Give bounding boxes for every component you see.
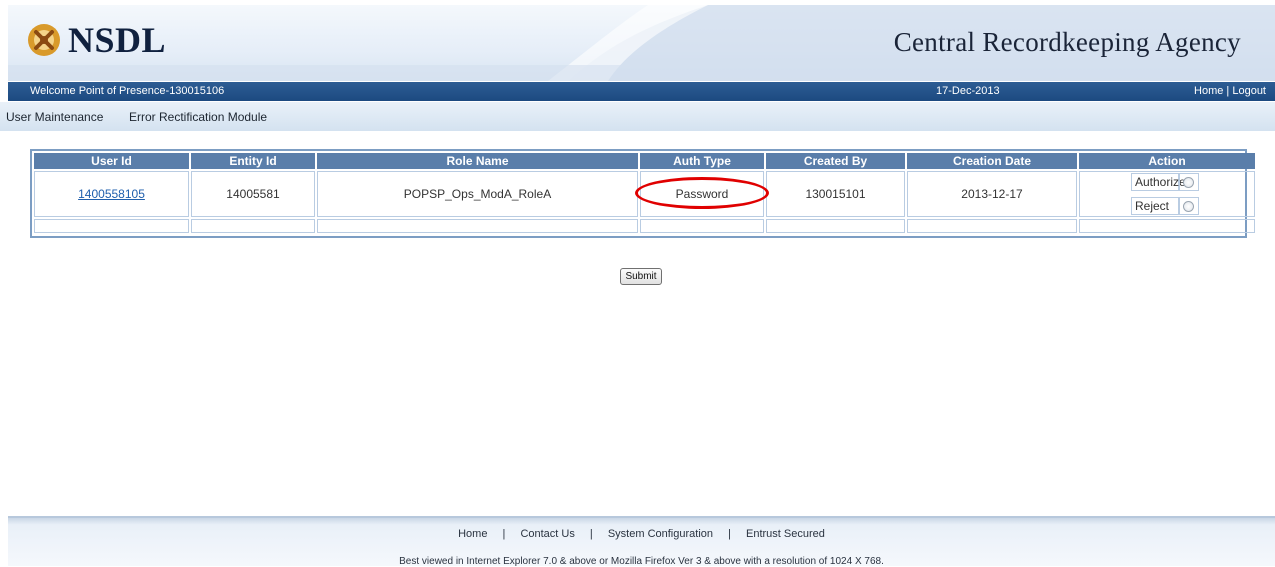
logout-link[interactable]: Logout	[1232, 85, 1266, 97]
empty-cell	[191, 219, 315, 233]
menu-item-error-rectification[interactable]: Error Rectification Module	[129, 110, 267, 124]
site-footer: Home | Contact Us | System Configuration…	[8, 516, 1275, 567]
column-header-entity-id: Entity Id	[191, 153, 315, 169]
account-links: Home | Logout	[1194, 85, 1266, 97]
highlight-oval	[635, 177, 769, 209]
user-id-link[interactable]: 1400558105	[78, 187, 145, 201]
footer-link-entrust-secured[interactable]: Entrust Secured	[746, 528, 825, 540]
authorize-radio-box	[1179, 173, 1199, 191]
authorize-label: Authorize	[1131, 173, 1186, 191]
link-separator: |	[1226, 85, 1230, 97]
entity-id-cell: 14005581	[191, 171, 315, 217]
column-header-role-name: Role Name	[317, 153, 638, 169]
footer-separator: |	[589, 528, 593, 540]
column-header-auth-type: Auth Type	[640, 153, 764, 169]
column-header-action: Action	[1079, 153, 1255, 169]
welcome-text: Welcome Point of Presence-130015106	[30, 85, 225, 97]
empty-cell	[34, 219, 189, 233]
auth-type-cell: Password	[635, 171, 769, 217]
empty-cell	[766, 219, 905, 233]
column-header-creation-date: Creation Date	[907, 153, 1077, 169]
site-header: NSDL Central Recordkeeping Agency	[8, 5, 1275, 81]
empty-cell	[1079, 219, 1255, 233]
empty-cell	[317, 219, 638, 233]
table-row-empty	[34, 219, 1255, 233]
footer-link-home[interactable]: Home	[458, 528, 487, 540]
current-date: 17-Dec-2013	[936, 85, 1000, 97]
nsdl-logo: NSDL	[26, 19, 166, 61]
empty-cell	[907, 219, 1077, 233]
authorize-radio[interactable]	[1183, 177, 1194, 188]
welcome-bar: Welcome Point of Presence-130015106 17-D…	[8, 82, 1275, 101]
agency-title: Central Recordkeeping Agency	[893, 27, 1241, 57]
column-header-user-id: User Id	[34, 153, 189, 169]
reject-label: Reject	[1131, 197, 1179, 215]
reject-radio-box	[1179, 197, 1199, 215]
browser-note: Best viewed in Internet Explorer 7.0 & a…	[399, 556, 884, 567]
footer-link-contact-us[interactable]: Contact Us	[520, 528, 574, 540]
footer-links: Home | Contact Us | System Configuration…	[8, 528, 1275, 540]
reject-radio[interactable]	[1183, 201, 1194, 212]
reject-option: Reject	[1131, 196, 1254, 216]
logo-text: NSDL	[68, 20, 167, 60]
nsdl-logo-icon	[28, 24, 60, 56]
empty-cell	[640, 219, 764, 233]
submit-button[interactable]: Submit	[620, 268, 662, 285]
table-header-row: User Id Entity Id Role Name Auth Type Cr…	[34, 153, 1255, 169]
table-row: 1400558105 14005581 POPSP_Ops_ModA_RoleA…	[34, 171, 1255, 217]
role-name-cell: POPSP_Ops_ModA_RoleA	[317, 171, 638, 217]
footer-separator: |	[728, 528, 731, 540]
menu-item-user-maintenance[interactable]: User Maintenance	[6, 110, 103, 124]
footer-separator: |	[502, 528, 506, 540]
authorize-option: Authorize	[1131, 172, 1254, 192]
created-by-cell: 130015101	[766, 171, 905, 217]
column-header-created-by: Created By	[766, 153, 905, 169]
user-id-cell: 1400558105	[34, 171, 189, 217]
action-cell: Authorize Reject	[1079, 171, 1255, 217]
user-authorization-table: User Id Entity Id Role Name Auth Type Cr…	[30, 149, 1255, 238]
creation-date-cell: 2013-12-17	[907, 171, 1077, 217]
menu-bar: User Maintenance Error Rectification Mod…	[0, 102, 1275, 131]
footer-link-system-configuration[interactable]: System Configuration	[608, 528, 713, 540]
home-link[interactable]: Home	[1194, 85, 1223, 97]
